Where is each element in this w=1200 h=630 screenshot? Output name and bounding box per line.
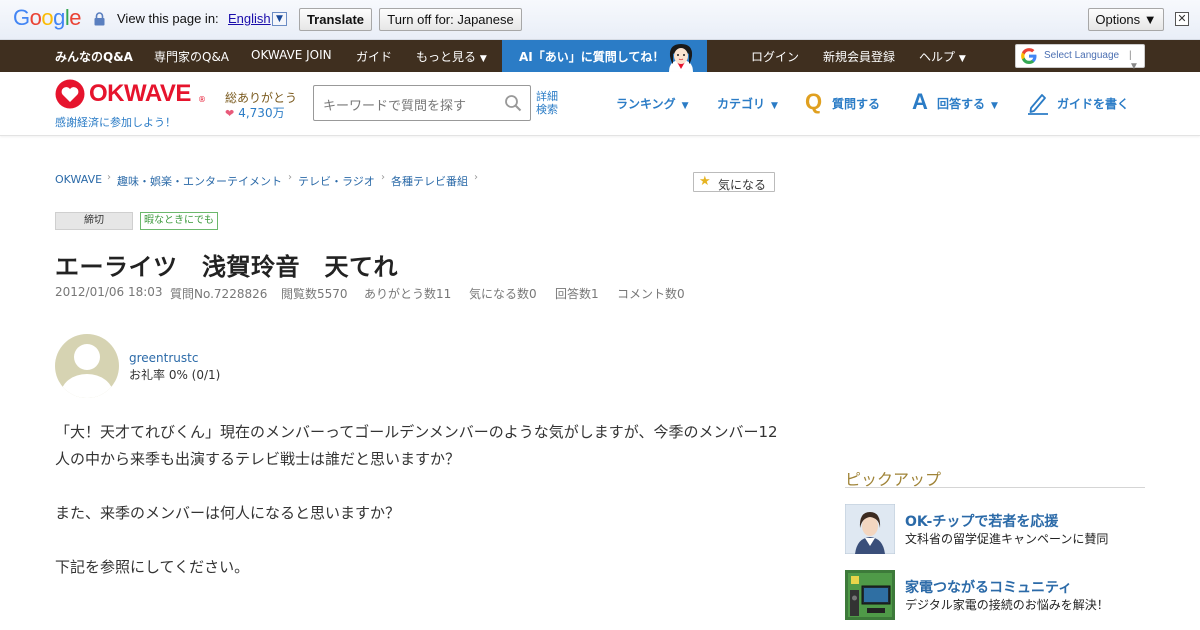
- ai-banner[interactable]: AI「あい」に質問してね！: [502, 40, 707, 72]
- nav-item-guide[interactable]: ガイド: [356, 48, 392, 65]
- breadcrumb-hobby[interactable]: 趣味・娯楽・エンターテイメント: [117, 173, 282, 189]
- watch-button[interactable]: ★ 気になる: [693, 172, 775, 192]
- question-number: 質問No.7228826: [170, 287, 268, 301]
- nav-item-join[interactable]: OKWAVE JOIN: [251, 48, 332, 62]
- turn-off-button[interactable]: Turn off for: Japanese: [379, 8, 522, 31]
- logo-text: OKWAVE: [89, 80, 191, 107]
- breadcrumb-okwave[interactable]: OKWAVE: [55, 173, 102, 186]
- pen-icon: [1028, 94, 1048, 115]
- pickup-title-link[interactable]: OK-チップで若者を応援: [905, 511, 1058, 531]
- student-photo-icon: [845, 504, 895, 554]
- select-language-dropdown[interactable]: Select Language | ▼: [1015, 44, 1145, 72]
- watch-count: 気になる数0: [469, 287, 537, 301]
- view-page-text: View this page in:: [117, 11, 219, 26]
- answer-count: 回答数1: [555, 287, 599, 301]
- heart-logo-icon: [55, 79, 85, 109]
- translate-bar: Google View this page in: English ▼ Tran…: [0, 0, 1200, 40]
- language-link[interactable]: English: [228, 11, 271, 26]
- answer-label: 回答する: [937, 97, 986, 111]
- chevron-down-icon: ▼: [991, 101, 998, 111]
- select-language-arrow: | ▼: [1129, 50, 1139, 72]
- pickup-description: デジタル家電の接続のお悩みを解決！: [905, 598, 1109, 612]
- question-body-paragraph: 下記を参照にしてください。: [55, 558, 250, 576]
- category-label: カテゴリ: [717, 97, 766, 111]
- advanced-search-line2: 検索: [536, 103, 558, 116]
- ranking-menu[interactable]: ランキング ▼: [616, 95, 689, 112]
- total-thanks-count: ❤ 4,730万: [225, 104, 285, 121]
- answer-a-icon: A: [912, 89, 928, 114]
- google-g-icon: [1021, 48, 1037, 64]
- avatar-body: [61, 374, 113, 398]
- nav-item-more-label: もっと見る: [416, 50, 477, 64]
- appliance-photo-icon: [845, 570, 895, 620]
- breadcrumb-tv-programs[interactable]: 各種テレビ番組: [391, 173, 468, 189]
- chevron-down-icon: ▼: [681, 101, 689, 111]
- breadcrumb-separator-icon: ›: [474, 172, 478, 183]
- ask-question-button[interactable]: 質問する: [832, 95, 880, 112]
- chevron-down-icon: ▼: [479, 54, 487, 64]
- help-link[interactable]: ヘルプ ▼: [919, 48, 966, 65]
- options-button[interactable]: Options ▼: [1088, 8, 1164, 31]
- ai-banner-label: AI「あい」に質問してね！: [519, 50, 665, 64]
- language-dropdown-icon[interactable]: ▼: [272, 12, 287, 26]
- ranking-label: ランキング: [616, 97, 676, 111]
- answer-menu[interactable]: 回答する ▼: [937, 95, 998, 112]
- avatar[interactable]: [55, 334, 119, 398]
- top-nav: みんなのQ&A 専門家のQ&A OKWAVE JOIN ガイド もっと見る ▼ …: [0, 40, 1200, 72]
- category-menu[interactable]: カテゴリ ▼: [717, 95, 778, 112]
- status-badge-closed: 締切: [55, 212, 133, 230]
- close-icon[interactable]: ✕: [1175, 12, 1189, 26]
- user-thanks-rate: お礼率 0% (0/1): [129, 368, 221, 382]
- status-badge-leisure: 暇なときにでも: [140, 212, 218, 230]
- question-title: エーライツ 浅賀玲音 天てれ: [55, 253, 398, 281]
- advanced-search-line1: 詳細: [536, 90, 558, 103]
- translate-button[interactable]: Translate: [299, 8, 372, 31]
- thanks-count: ありがとう数11: [364, 287, 452, 301]
- breadcrumb-separator-icon: ›: [288, 172, 292, 183]
- nav-item-more[interactable]: もっと見る ▼: [416, 48, 487, 65]
- heart-icon: ❤: [225, 107, 235, 120]
- breadcrumb-separator-icon: ›: [107, 172, 111, 183]
- google-logo: Google: [13, 5, 82, 30]
- tagline[interactable]: 感謝経済に参加しよう！: [55, 114, 176, 130]
- logo-registered-mark: ®: [198, 95, 206, 104]
- pickup-description: 文科省の留学促進キャンペーンに賛同: [905, 532, 1109, 546]
- watch-button-label: 気になる: [718, 178, 767, 192]
- comment-count: コメント数0: [617, 287, 685, 301]
- chevron-down-icon: ▼: [958, 54, 966, 64]
- help-label: ヘルプ: [919, 50, 956, 64]
- advanced-search-link[interactable]: 詳細 検索: [536, 90, 558, 116]
- nav-item-qa[interactable]: みんなのQ&A: [55, 48, 133, 65]
- login-link[interactable]: ログイン: [751, 48, 799, 65]
- pickup-title-link[interactable]: 家電つながるコミュニティ: [905, 577, 1072, 597]
- ai-character-icon: [669, 44, 693, 72]
- search-icon[interactable]: [504, 94, 522, 112]
- star-icon: ★: [699, 174, 711, 189]
- view-count: 閲覧数5570: [281, 287, 348, 301]
- avatar-head: [74, 344, 100, 370]
- pickup-thumbnail-appliance[interactable]: [845, 570, 895, 620]
- pickup-divider: [845, 487, 1145, 488]
- site-header: OKWAVE ® 感謝経済に参加しよう！ 総ありがとう ❤ 4,730万 キーワー…: [0, 72, 1200, 136]
- search-placeholder: キーワードで質問を探す: [323, 99, 467, 114]
- question-body-paragraph: 「大！天才てれびくん」現在のメンバーってゴールデンメンバーのような気がしますが、…: [55, 423, 778, 468]
- search-input[interactable]: キーワードで質問を探す: [313, 85, 531, 121]
- question-date: 2012/01/06 18:03: [55, 285, 163, 299]
- pickup-thumbnail-student[interactable]: [845, 504, 895, 554]
- thanks-count-value: 4,730万: [238, 106, 285, 120]
- write-guide-button[interactable]: ガイドを書く: [1057, 95, 1129, 112]
- register-link[interactable]: 新規会員登録: [823, 48, 895, 65]
- question-q-icon: Q: [805, 89, 823, 114]
- question-body-paragraph: また、来季のメンバーは何人になると思いますか？: [55, 504, 401, 522]
- breadcrumb-separator-icon: ›: [381, 172, 385, 183]
- select-language-label: Select Language: [1044, 50, 1120, 61]
- lock-icon: [94, 12, 105, 26]
- nav-item-expert[interactable]: 専門家のQ&A: [154, 48, 229, 65]
- breadcrumb-tv-radio[interactable]: テレビ・ラジオ: [298, 173, 375, 189]
- user-name-link[interactable]: greentrustc: [129, 351, 198, 365]
- chevron-down-icon: ▼: [771, 101, 778, 111]
